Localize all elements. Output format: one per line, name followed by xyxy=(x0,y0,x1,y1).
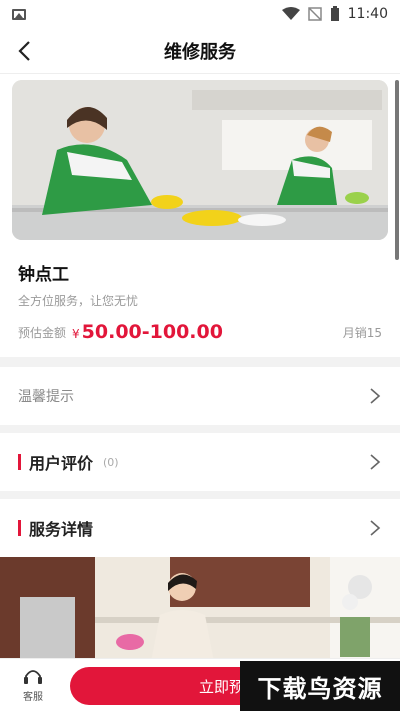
price-value: 50.00-100.00 xyxy=(81,321,223,343)
reviews-label: 用户评价 xyxy=(29,454,94,473)
monthly-sales: 月销15 xyxy=(342,325,382,340)
status-time: 11:40 xyxy=(347,6,388,22)
customer-service-button[interactable]: 客服 xyxy=(0,668,66,703)
page-title: 维修服务 xyxy=(164,41,236,63)
product-subtitle: 全方位服务，让您无忧 xyxy=(18,294,139,308)
reviews-count: (0) xyxy=(103,455,119,469)
currency-symbol: ¥ xyxy=(72,327,80,341)
battery-icon xyxy=(330,6,339,21)
customer-service-label: 客服 xyxy=(23,691,43,703)
no-signal-icon xyxy=(307,7,322,21)
product-hero-image xyxy=(12,80,388,240)
service-detail-image xyxy=(0,557,400,667)
details-row[interactable]: 服务详情 xyxy=(0,499,400,557)
chevron-right-icon xyxy=(370,388,381,404)
tips-row[interactable]: 温馨提示 xyxy=(0,367,400,425)
price-row: 预估金额 ¥ 50.00-100.00 月销15 xyxy=(18,321,388,343)
page: 11:40 维修服务 钟点工 全方位服务，让您无忧 预估金额 ¥ 50.00-1… xyxy=(0,0,400,711)
reviews-row[interactable]: 用户评价 (0) xyxy=(0,433,400,491)
chevron-right-icon xyxy=(370,520,381,536)
price-label: 预估金额 xyxy=(18,325,67,340)
image-notification-icon xyxy=(12,8,26,20)
chevron-right-icon xyxy=(370,454,381,470)
nav-bar: 维修服务 xyxy=(0,28,400,74)
status-bar: 11:40 xyxy=(0,0,400,28)
product-name: 钟点工 xyxy=(18,265,69,285)
section-marker xyxy=(18,454,21,470)
details-label: 服务详情 xyxy=(29,520,94,539)
headset-icon xyxy=(24,669,42,684)
watermark-logo: 下载鸟资源 xyxy=(240,661,400,711)
scrollbar[interactable] xyxy=(395,80,399,260)
tips-label: 温馨提示 xyxy=(18,389,74,405)
wifi-icon xyxy=(281,7,300,20)
product-card: 钟点工 全方位服务，让您无忧 预估金额 ¥ 50.00-100.00 月销15 xyxy=(0,74,400,357)
back-arrow-icon[interactable] xyxy=(14,39,38,63)
section-marker xyxy=(18,520,21,536)
